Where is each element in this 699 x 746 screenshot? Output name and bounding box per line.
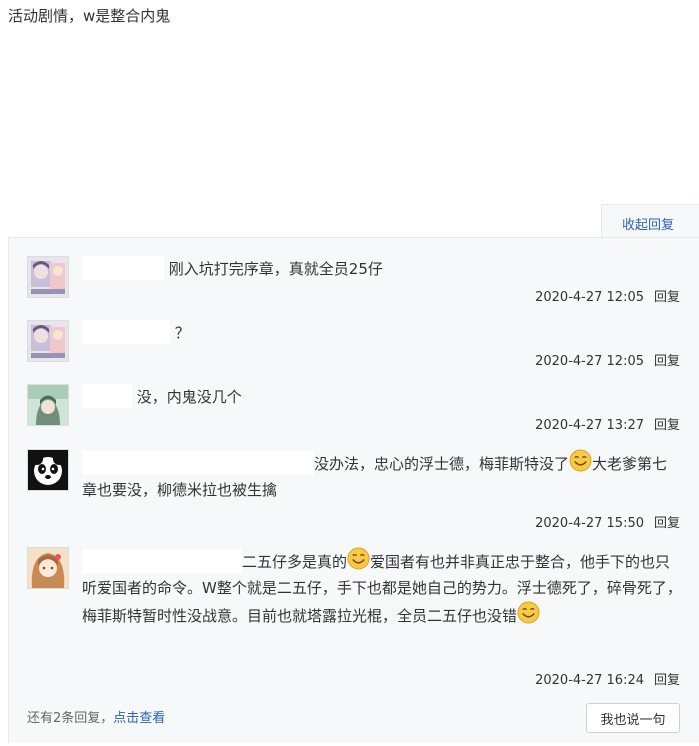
user-avatar[interactable]	[27, 547, 69, 589]
panda-avatar-icon	[28, 450, 68, 490]
reply-content: 没办法，忠心的浮士德，梅菲斯特没了 大老爹第七章也要没，柳德米拉也被生擒	[82, 449, 682, 503]
anime-girl-avatar-icon	[28, 257, 68, 297]
reply-button[interactable]: 回复	[654, 290, 680, 305]
username-redacted[interactable]	[82, 256, 164, 280]
username-redacted[interactable]	[82, 549, 242, 573]
reply-text: 二五仔多是真的	[242, 553, 348, 571]
post-content: 活动剧情，w是整合内鬼	[8, 7, 171, 25]
reply-text: 刚入坑打完序章，真就全员25仔	[168, 260, 383, 278]
user-avatar[interactable]	[27, 256, 69, 298]
view-more-link[interactable]: 点击查看	[113, 711, 165, 726]
brown-hair-anime-avatar-icon	[28, 548, 68, 588]
reply-meta: 2020-4-27 13:27 回复	[535, 414, 680, 433]
reply-content: 刚入坑打完序章，真就全员25仔	[82, 256, 682, 282]
reply-content: 二五仔多是真的 爱国者有也并非真正忠于整合，他手下的也只听爱国者的命令。W整个就是…	[82, 547, 682, 629]
smile-emoji-icon	[347, 547, 370, 570]
reply-time: 2020-4-27 12:05	[535, 290, 644, 305]
username-redacted[interactable]	[82, 320, 170, 344]
user-avatar[interactable]	[27, 384, 69, 426]
reply-meta: 2020-4-27 16:24 回复	[535, 669, 680, 688]
collapse-replies-link[interactable]: 收起回复	[622, 214, 674, 233]
say-something-button[interactable]: 我也说一句	[586, 703, 680, 733]
reply-text: ？	[174, 324, 190, 342]
reply-text: 没，内鬼没几个	[136, 388, 242, 406]
reply-meta: 2020-4-27 12:05 回复	[535, 350, 680, 369]
username-redacted[interactable]	[82, 451, 314, 475]
reply-panel: 刚入坑打完序章，真就全员25仔 2020-4-27 12:05 回复 ？ 2020…	[8, 237, 699, 743]
user-avatar[interactable]	[27, 449, 69, 491]
reply-button[interactable]: 回复	[654, 418, 680, 433]
reply-time: 2020-4-27 12:05	[535, 354, 644, 369]
reply-meta: 2020-4-27 12:05 回复	[535, 286, 680, 305]
reply-content: ？	[82, 320, 682, 346]
user-avatar[interactable]	[27, 320, 69, 362]
more-replies-count: 还有2条回复，	[27, 711, 114, 726]
reply-text: 没办法，忠心的浮士德，梅菲斯特没了	[314, 455, 570, 473]
username-redacted[interactable]	[82, 384, 132, 408]
reply-time: 2020-4-27 15:50	[535, 516, 644, 531]
smile-emoji-icon	[517, 601, 540, 624]
smile-emoji-icon	[569, 449, 592, 472]
reply-button[interactable]: 回复	[654, 354, 680, 369]
reply-content: 没，内鬼没几个	[82, 384, 682, 410]
reply-time: 2020-4-27 16:24	[535, 673, 644, 688]
reply-meta: 2020-4-27 15:50 回复	[535, 512, 680, 531]
collapse-tab: 收起回复	[601, 204, 699, 238]
reply-time: 2020-4-27 13:27	[535, 418, 644, 433]
anime-girl-avatar-icon	[28, 321, 68, 361]
more-replies-notice: 还有2条回复，点击查看	[27, 707, 165, 726]
reply-button[interactable]: 回复	[654, 673, 680, 688]
green-anime-avatar-icon	[28, 385, 68, 425]
reply-button[interactable]: 回复	[654, 516, 680, 531]
